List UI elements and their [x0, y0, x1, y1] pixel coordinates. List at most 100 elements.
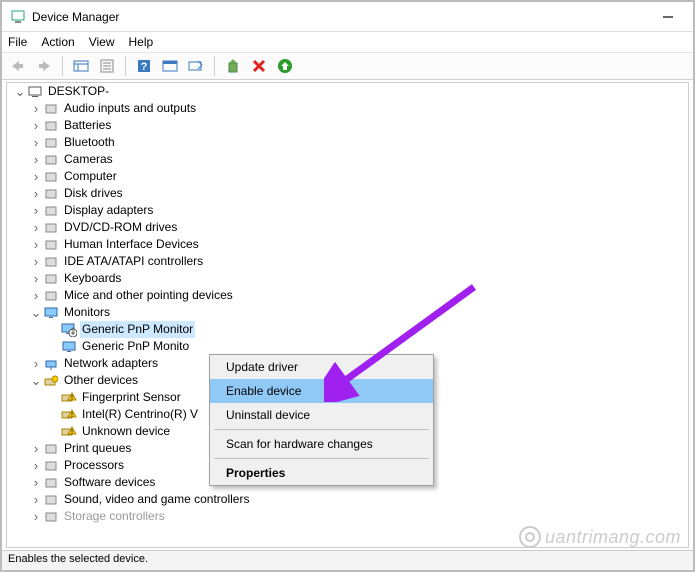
tree-label: IDE ATA/ATAPI controllers	[62, 253, 205, 270]
expand-icon[interactable]: ›	[29, 457, 43, 474]
warning-icon	[61, 424, 77, 440]
expand-icon[interactable]: ›	[29, 100, 43, 117]
svg-text:?: ?	[141, 61, 148, 73]
tree-label: Batteries	[62, 117, 113, 134]
tree-item-generic-pnp-2[interactable]: Generic PnP Monito	[7, 338, 688, 355]
device-icon	[43, 152, 59, 168]
collapse-icon[interactable]: ⌄	[29, 372, 43, 389]
watermark-text: uantrimang.com	[545, 527, 681, 548]
scan-icon[interactable]	[186, 56, 206, 76]
tree-label: Storage controllers	[62, 508, 167, 525]
tree-root[interactable]: ⌄ DESKTOP-	[7, 83, 688, 100]
expand-icon[interactable]: ›	[29, 491, 43, 508]
ctx-enable-device[interactable]: Enable device	[210, 379, 433, 403]
ctx-label: Enable device	[226, 384, 301, 398]
show-hidden-icon[interactable]	[71, 56, 91, 76]
expand-icon[interactable]: ›	[29, 134, 43, 151]
expand-icon[interactable]: ›	[29, 440, 43, 457]
tree-cat-monitors[interactable]: ⌄ Monitors	[7, 304, 688, 321]
expand-icon[interactable]: ›	[29, 253, 43, 270]
tree-cat[interactable]: › IDE ATA/ATAPI controllers	[7, 253, 688, 270]
device-icon	[43, 441, 59, 457]
expand-icon[interactable]: ›	[29, 508, 43, 525]
tree-label: Print queues	[62, 440, 133, 457]
watermark: uantrimang.com	[519, 526, 681, 548]
minimize-button[interactable]	[651, 5, 685, 29]
ctx-label: Uninstall device	[226, 408, 310, 422]
tree-cat[interactable]: › Computer	[7, 168, 688, 185]
tree-label: Fingerprint Sensor	[80, 389, 183, 406]
expand-icon[interactable]: ›	[29, 270, 43, 287]
enable-icon[interactable]	[275, 56, 295, 76]
tree-cat[interactable]: › Sound, video and game controllers	[7, 491, 688, 508]
tree-label: Cameras	[62, 151, 115, 168]
collapse-icon[interactable]: ⌄	[29, 304, 43, 321]
toolbar: ?	[2, 52, 693, 80]
tree-label: Disk drives	[62, 185, 125, 202]
status-bar: Enables the selected device.	[2, 550, 693, 570]
expand-icon[interactable]: ›	[29, 355, 43, 372]
tree-item-generic-pnp-1[interactable]: Generic PnP Monitor	[7, 321, 688, 338]
tree-label: Bluetooth	[62, 134, 117, 151]
warning-icon	[61, 390, 77, 406]
device-icon	[43, 509, 59, 525]
tree-cat[interactable]: › Keyboards	[7, 270, 688, 287]
tree-cat[interactable]: › Batteries	[7, 117, 688, 134]
device-icon	[43, 475, 59, 491]
ctx-update-driver[interactable]: Update driver	[210, 355, 433, 379]
warning-icon	[61, 407, 77, 423]
tree-label: Sound, video and game controllers	[62, 491, 251, 508]
tree-cat[interactable]: ›Audio inputs and outputs	[7, 100, 688, 117]
update-driver-icon[interactable]	[223, 56, 243, 76]
action-icon[interactable]	[160, 56, 180, 76]
device-icon	[43, 271, 59, 287]
tree-cat[interactable]: ›Mice and other pointing devices	[7, 287, 688, 304]
uninstall-icon[interactable]	[249, 56, 269, 76]
tree-cat[interactable]: › Disk drives	[7, 185, 688, 202]
window-title: Device Manager	[32, 10, 651, 24]
menu-action[interactable]: Action	[41, 35, 74, 49]
tree-label: DVD/CD-ROM drives	[62, 219, 179, 236]
tree-label: Unknown device	[80, 423, 172, 440]
ctx-uninstall-device[interactable]: Uninstall device	[210, 403, 433, 427]
ctx-properties[interactable]: Properties	[210, 461, 433, 485]
computer-icon	[27, 84, 43, 100]
expand-icon[interactable]: ›	[29, 117, 43, 134]
tree-cat[interactable]: › DVD/CD-ROM drives	[7, 219, 688, 236]
tree-cat[interactable]: › Storage controllers	[7, 508, 688, 525]
monitor-icon	[43, 305, 59, 321]
tree-label-selected: Generic PnP Monitor	[80, 321, 195, 338]
device-icon	[43, 169, 59, 185]
ctx-scan-hardware[interactable]: Scan for hardware changes	[210, 432, 433, 456]
expand-icon[interactable]: ›	[29, 185, 43, 202]
tree-label: Monitors	[62, 304, 112, 321]
monitor-warn-icon	[61, 322, 77, 338]
device-icon	[43, 220, 59, 236]
expand-icon[interactable]: ›	[29, 287, 43, 304]
tree-cat[interactable]: › Bluetooth	[7, 134, 688, 151]
menu-view[interactable]: View	[89, 35, 115, 49]
expand-icon[interactable]: ›	[29, 236, 43, 253]
device-icon	[43, 288, 59, 304]
device-icon	[43, 101, 59, 117]
tree-cat[interactable]: ›Human Interface Devices	[7, 236, 688, 253]
tree-cat[interactable]: › Cameras	[7, 151, 688, 168]
expand-icon[interactable]: ›	[29, 168, 43, 185]
help-icon[interactable]: ?	[134, 56, 154, 76]
tree-root-label: DESKTOP-	[46, 83, 111, 100]
expand-icon[interactable]: ›	[29, 474, 43, 491]
collapse-icon[interactable]: ⌄	[13, 83, 27, 100]
menu-help[interactable]: Help	[129, 35, 154, 49]
tree-label: Computer	[62, 168, 119, 185]
menu-file[interactable]: File	[8, 35, 27, 49]
device-icon	[43, 135, 59, 151]
expand-icon[interactable]: ›	[29, 202, 43, 219]
expand-icon[interactable]: ›	[29, 151, 43, 168]
tree-label: Keyboards	[62, 270, 123, 287]
network-icon	[43, 356, 59, 372]
tree-label: Other devices	[62, 372, 140, 389]
expand-icon[interactable]: ›	[29, 219, 43, 236]
device-icon	[43, 458, 59, 474]
properties-icon[interactable]	[97, 56, 117, 76]
tree-cat[interactable]: ›Display adapters	[7, 202, 688, 219]
